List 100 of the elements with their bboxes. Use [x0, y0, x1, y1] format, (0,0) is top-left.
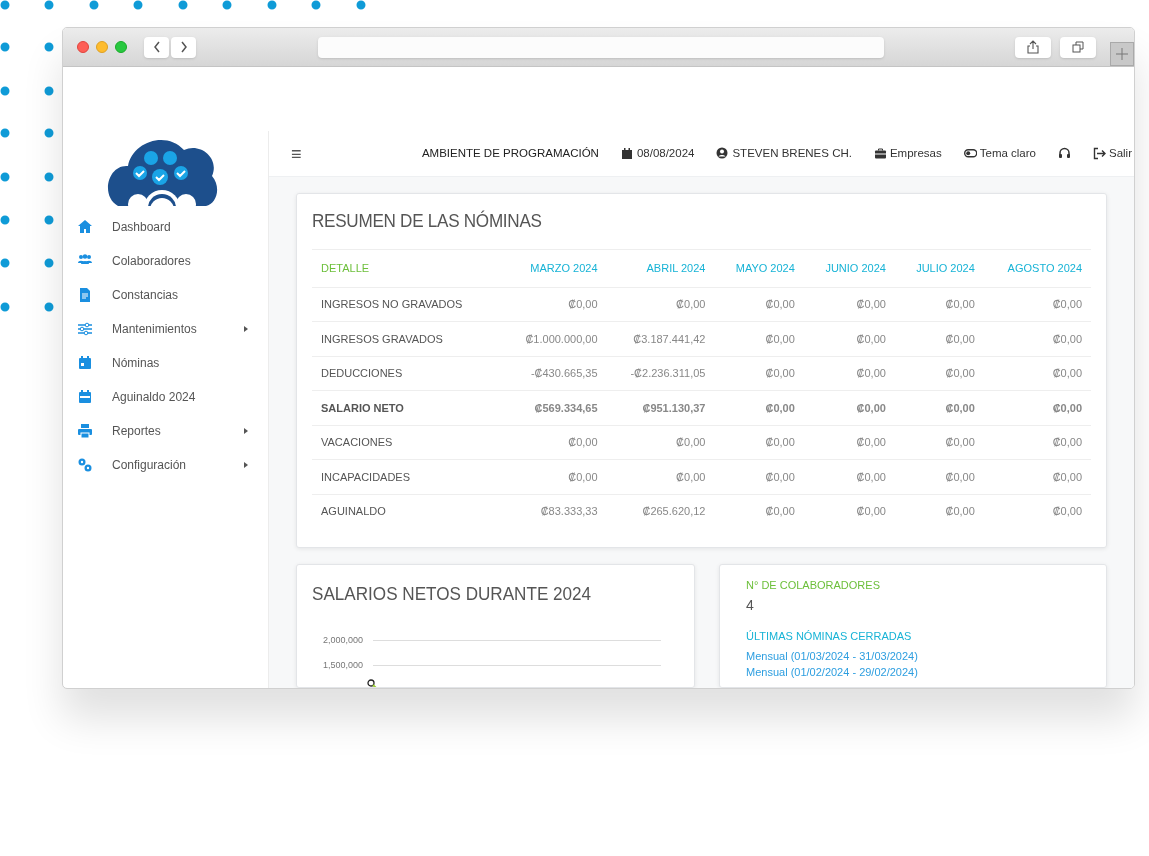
- card-title: SALARIOS NETOS DURANTE 2024: [312, 581, 593, 606]
- calendar-icon: [77, 355, 93, 371]
- table-cell: ₡0,00: [894, 459, 984, 494]
- table-cell: ₡569.334,65: [502, 390, 607, 425]
- zoom-icon[interactable]: [367, 679, 378, 687]
- sidebar-item[interactable]: Configuración: [63, 448, 268, 482]
- sidebar-item[interactable]: Colaboradores: [63, 244, 268, 278]
- share-button[interactable]: [1015, 36, 1051, 58]
- logout-icon: [1093, 147, 1106, 160]
- minimize-icon[interactable]: [96, 41, 108, 53]
- column-header: ABRIL 2024: [606, 249, 715, 287]
- table-cell: ₡3.187.441,42: [606, 321, 715, 356]
- table-cell: VACACIONES: [312, 425, 502, 460]
- table-cell: ₡0,00: [983, 494, 1091, 529]
- table-cell: ₡0,00: [894, 494, 984, 529]
- column-header: AGOSTO 2024: [983, 249, 1091, 287]
- top-bar-link[interactable]: STEVEN BRENES CH.: [716, 144, 852, 163]
- table-cell: ₡0,00: [714, 390, 804, 425]
- table-cell: ₡0,00: [502, 459, 607, 494]
- sidebar-item[interactable]: Reportes: [63, 414, 268, 448]
- table-cell: ₡0,00: [983, 356, 1091, 391]
- collaborators-label: N° DE COLABORADORES: [746, 577, 881, 593]
- table-cell: ₡0,00: [714, 356, 804, 391]
- back-icon: [152, 41, 161, 53]
- document-icon: [77, 287, 93, 303]
- table-cell: ₡0,00: [803, 425, 895, 460]
- table-cell: ₡0,00: [803, 459, 895, 494]
- table-cell: ₡0,00: [983, 390, 1091, 425]
- table-cell: DEDUCCIONES: [312, 356, 502, 391]
- table-cell: ₡0,00: [894, 321, 984, 356]
- table-cell: ₡0,00: [803, 287, 895, 322]
- column-header: DETALLE: [312, 249, 502, 287]
- back-button[interactable]: [144, 36, 169, 58]
- table-cell: ₡265.620,12: [606, 494, 715, 529]
- sidebar-item[interactable]: Dashboard: [63, 210, 268, 244]
- table-cell: ₡0,00: [983, 425, 1091, 460]
- table-cell: ₡0,00: [606, 425, 715, 460]
- environment-label: AMBIENTE DE PROGRAMACIÓN: [421, 145, 599, 161]
- table-cell: ₡0,00: [714, 494, 804, 529]
- table-cell: ₡0,00: [894, 390, 984, 425]
- table-cell: ₡0,00: [803, 321, 895, 356]
- tabs-button[interactable]: [1060, 36, 1096, 58]
- table-cell: ₡0,00: [983, 321, 1091, 356]
- axis-tick-label: 1,500,000: [321, 658, 363, 672]
- column-header: JUNIO 2024: [803, 249, 895, 287]
- axis-tick-label: 2,000,000: [321, 633, 363, 647]
- top-bar-link[interactable]: Salir: [1093, 144, 1132, 163]
- top-bar-link[interactable]: Empresas: [873, 144, 942, 163]
- support-button[interactable]: [1058, 147, 1071, 160]
- gears-icon: [77, 457, 93, 473]
- table-cell: ₡0,00: [983, 459, 1091, 494]
- menu-button[interactable]: ≡: [291, 144, 302, 163]
- maximize-icon[interactable]: [115, 41, 127, 53]
- table-cell: ₡83.333,33: [502, 494, 607, 529]
- table-cell: ₡0,00: [983, 287, 1091, 322]
- sidebar-item[interactable]: Nóminas: [63, 346, 268, 380]
- table-cell: ₡1.000.000,00: [502, 321, 607, 356]
- calendar-icon: [620, 147, 634, 160]
- table-cell: ₡951.130,37: [606, 390, 715, 425]
- forward-button[interactable]: [171, 36, 196, 58]
- printer-icon: [77, 423, 93, 439]
- top-bar-link[interactable]: Tema claro: [963, 144, 1036, 163]
- column-header: JULIO 2024: [894, 249, 984, 287]
- table-cell: ₡0,00: [502, 287, 607, 322]
- headset-icon: [1058, 147, 1071, 160]
- top-bar-link[interactable]: 08/08/2024: [620, 144, 695, 163]
- table-cell: ₡0,00: [606, 459, 715, 494]
- sidebar-item[interactable]: Mantenimientos: [63, 312, 268, 346]
- closed-payrolls-label: ÚLTIMAS NÓMINAS CERRADAS: [746, 629, 913, 644]
- sliders-icon: [77, 321, 93, 337]
- close-icon[interactable]: [77, 41, 89, 53]
- sidebar-item[interactable]: Constancias: [63, 278, 268, 312]
- tabs-icon: [1072, 41, 1084, 53]
- calendar-icon: [77, 389, 93, 405]
- home-icon: [77, 219, 93, 235]
- table-cell: ₡0,00: [714, 321, 804, 356]
- table-cell: ₡0,00: [606, 287, 715, 322]
- column-header: MARZO 2024: [502, 249, 607, 287]
- table-cell: ₡0,00: [803, 356, 895, 391]
- table-cell: AGUINALDO: [312, 494, 502, 529]
- table-cell: INCAPACIDADES: [312, 459, 502, 494]
- table-cell: ₡0,00: [894, 356, 984, 391]
- toggle-icon: [963, 147, 977, 160]
- card-title: RESUMEN DE LAS NÓMINAS: [312, 209, 543, 233]
- table-cell: INGRESOS NO GRAVADOS: [312, 287, 502, 322]
- collaborators-count: 4: [746, 596, 755, 615]
- share-icon: [1027, 40, 1039, 54]
- table-cell: ₡0,00: [714, 287, 804, 322]
- table-cell: -₡430.665,35: [502, 356, 607, 391]
- table-cell: -₡2.236.311,05: [606, 356, 715, 391]
- new-tab-button[interactable]: [1110, 42, 1134, 66]
- table-cell: ₡0,00: [714, 459, 804, 494]
- table-cell: ₡0,00: [502, 425, 607, 460]
- briefcase-icon: [873, 147, 887, 160]
- column-header: MAYO 2024: [714, 249, 804, 287]
- table-cell: ₡0,00: [894, 425, 984, 460]
- table-cell: ₡0,00: [803, 390, 895, 425]
- table-cell: INGRESOS GRAVADOS: [312, 321, 502, 356]
- sidebar-item[interactable]: Aguinaldo 2024: [63, 380, 268, 414]
- table-cell: ₡0,00: [714, 425, 804, 460]
